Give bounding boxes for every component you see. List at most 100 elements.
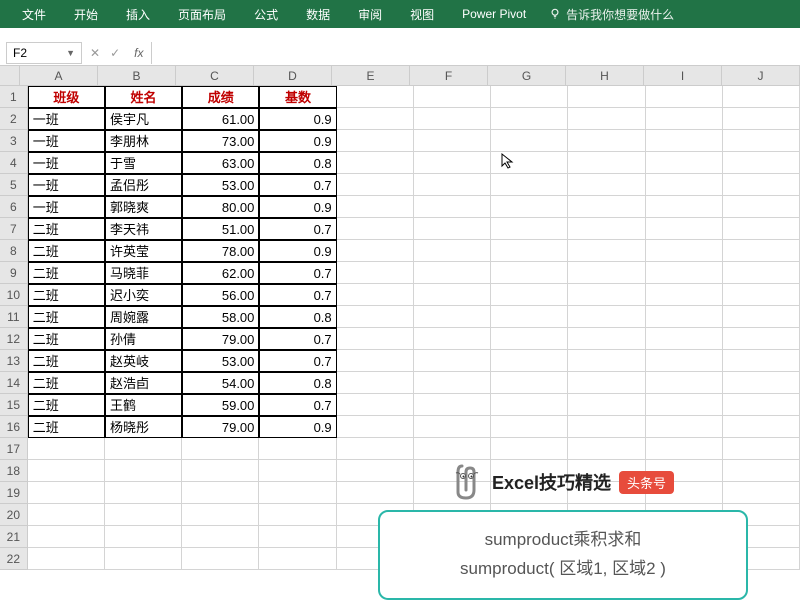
cell-class[interactable]: 二班 <box>28 262 105 284</box>
cell[interactable] <box>723 218 800 240</box>
cell[interactable] <box>491 284 568 306</box>
cell[interactable] <box>105 438 182 460</box>
cell-base[interactable]: 0.8 <box>259 372 336 394</box>
header-base[interactable]: 基数 <box>259 86 336 108</box>
cell[interactable] <box>568 196 645 218</box>
cell[interactable] <box>491 174 568 196</box>
cell[interactable] <box>723 328 800 350</box>
col-header-F[interactable]: F <box>410 66 488 85</box>
cell[interactable] <box>723 284 800 306</box>
cell[interactable] <box>491 196 568 218</box>
cell[interactable] <box>182 460 259 482</box>
cell[interactable] <box>723 196 800 218</box>
cell-name[interactable]: 于雪 <box>105 152 182 174</box>
cell[interactable] <box>723 240 800 262</box>
cell[interactable] <box>723 108 800 130</box>
cell-base[interactable]: 0.7 <box>259 328 336 350</box>
cell[interactable] <box>414 372 491 394</box>
cell[interactable] <box>568 394 645 416</box>
cell[interactable] <box>491 130 568 152</box>
cell[interactable] <box>568 438 645 460</box>
cell-base[interactable]: 0.9 <box>259 416 336 438</box>
cell[interactable] <box>105 548 182 570</box>
row-header[interactable]: 21 <box>0 526 28 548</box>
col-header-C[interactable]: C <box>176 66 254 85</box>
cell-name[interactable]: 李朋林 <box>105 130 182 152</box>
cell[interactable] <box>723 350 800 372</box>
cell-score[interactable]: 51.00 <box>182 218 259 240</box>
cell[interactable] <box>723 174 800 196</box>
cell[interactable] <box>28 504 105 526</box>
cell-score[interactable]: 53.00 <box>182 174 259 196</box>
row-header[interactable]: 8 <box>0 240 28 262</box>
col-header-J[interactable]: J <box>722 66 800 85</box>
cell-base[interactable]: 0.9 <box>259 108 336 130</box>
cell-base[interactable]: 0.7 <box>259 394 336 416</box>
cell[interactable] <box>491 152 568 174</box>
ribbon-tab-0[interactable]: 文件 <box>8 0 60 28</box>
cell[interactable] <box>646 394 723 416</box>
cell[interactable] <box>646 240 723 262</box>
cell[interactable] <box>414 130 491 152</box>
cell-score[interactable]: 63.00 <box>182 152 259 174</box>
cell[interactable] <box>337 196 414 218</box>
cell-name[interactable]: 周婉露 <box>105 306 182 328</box>
cell[interactable] <box>568 328 645 350</box>
ribbon-tab-8[interactable]: Power Pivot <box>448 0 540 28</box>
cell[interactable] <box>568 218 645 240</box>
cell[interactable] <box>568 306 645 328</box>
cell[interactable] <box>723 130 800 152</box>
cell-class[interactable]: 二班 <box>28 394 105 416</box>
row-header[interactable]: 14 <box>0 372 28 394</box>
cell-score[interactable]: 73.00 <box>182 130 259 152</box>
row-header[interactable]: 6 <box>0 196 28 218</box>
cell[interactable] <box>491 240 568 262</box>
cell[interactable] <box>646 152 723 174</box>
cell-name[interactable]: 郭晓爽 <box>105 196 182 218</box>
cell[interactable] <box>182 438 259 460</box>
cell[interactable] <box>491 306 568 328</box>
cell[interactable] <box>568 372 645 394</box>
cell[interactable] <box>723 372 800 394</box>
check-icon[interactable]: ✓ <box>110 46 120 60</box>
cell[interactable] <box>28 460 105 482</box>
cell[interactable] <box>337 262 414 284</box>
cell[interactable] <box>259 526 336 548</box>
row-header[interactable]: 13 <box>0 350 28 372</box>
cell-score[interactable]: 61.00 <box>182 108 259 130</box>
header-class[interactable]: 班级 <box>28 86 105 108</box>
cell[interactable] <box>414 350 491 372</box>
cell-base[interactable]: 0.8 <box>259 306 336 328</box>
cell[interactable] <box>105 460 182 482</box>
col-header-H[interactable]: H <box>566 66 644 85</box>
cell[interactable] <box>337 416 414 438</box>
cell[interactable] <box>28 548 105 570</box>
cell[interactable] <box>337 240 414 262</box>
cell[interactable] <box>182 548 259 570</box>
tell-me-search[interactable]: 告诉我你想要做什么 <box>548 6 674 23</box>
cell-base[interactable]: 0.7 <box>259 350 336 372</box>
cell[interactable] <box>414 196 491 218</box>
cell[interactable] <box>491 328 568 350</box>
cell-base[interactable]: 0.9 <box>259 130 336 152</box>
cell[interactable] <box>723 262 800 284</box>
cell-score[interactable]: 78.00 <box>182 240 259 262</box>
cell-score[interactable]: 62.00 <box>182 262 259 284</box>
cell[interactable] <box>259 438 336 460</box>
cell[interactable] <box>182 482 259 504</box>
cell[interactable] <box>337 328 414 350</box>
cell[interactable] <box>568 284 645 306</box>
cell[interactable] <box>337 86 414 108</box>
cell[interactable] <box>337 130 414 152</box>
cell-score[interactable]: 79.00 <box>182 328 259 350</box>
cell[interactable] <box>105 526 182 548</box>
cell-base[interactable]: 0.7 <box>259 284 336 306</box>
row-header[interactable]: 16 <box>0 416 28 438</box>
cell-name[interactable]: 许英莹 <box>105 240 182 262</box>
cell[interactable] <box>491 218 568 240</box>
cell[interactable] <box>723 306 800 328</box>
cell[interactable] <box>414 152 491 174</box>
row-header[interactable]: 11 <box>0 306 28 328</box>
cell-score[interactable]: 80.00 <box>182 196 259 218</box>
cell-class[interactable]: 二班 <box>28 240 105 262</box>
